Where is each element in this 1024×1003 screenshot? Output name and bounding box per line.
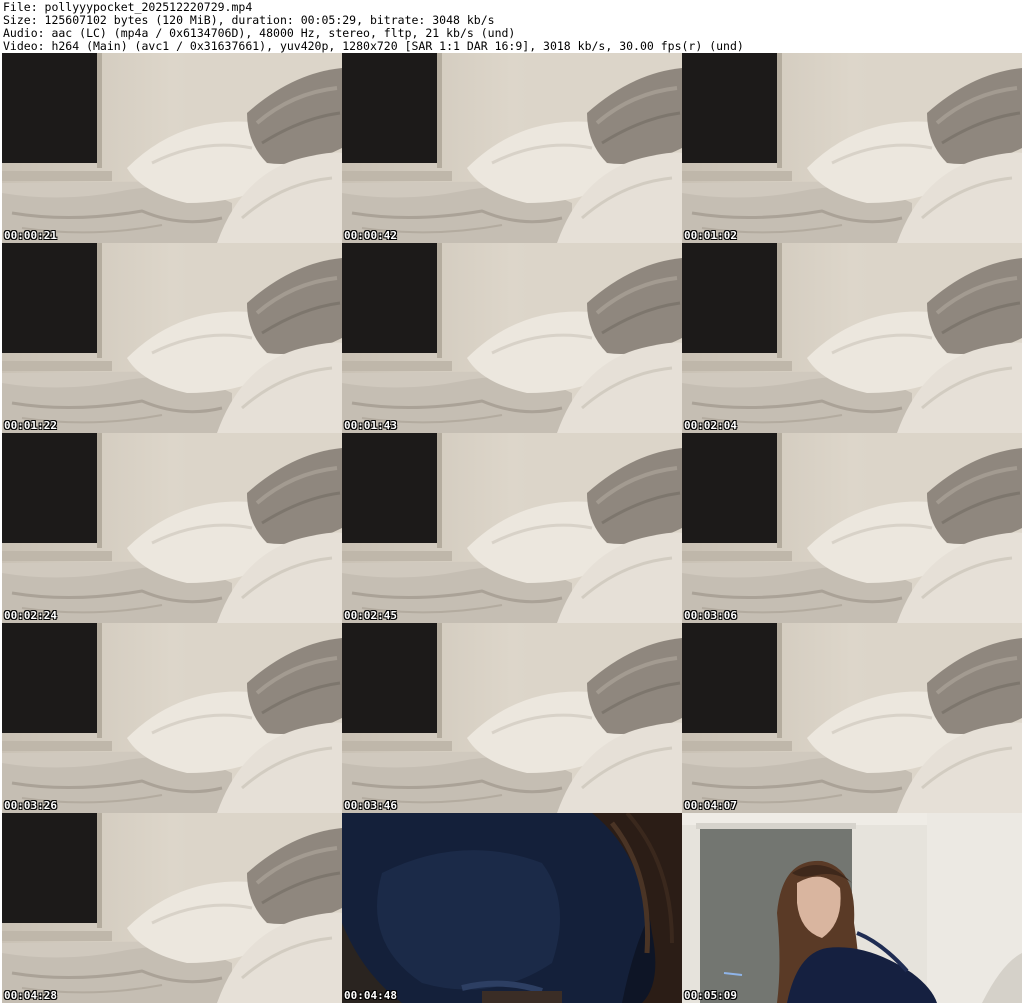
thumbnail-frame: 00:00:21 xyxy=(2,53,342,243)
thumbnail-timestamp: 00:01:02 xyxy=(684,229,737,242)
bed-scene-image xyxy=(342,53,682,243)
thumbnail-timestamp: 00:00:21 xyxy=(4,229,57,242)
thumbnail-frame: 00:02:04 xyxy=(682,243,1022,433)
bed-scene-image xyxy=(2,813,342,1003)
person-scene-image xyxy=(682,813,1022,1003)
thumbnail-timestamp: 00:01:43 xyxy=(344,419,397,432)
thumbnail-frame: 00:01:02 xyxy=(682,53,1022,243)
thumbnail-timestamp: 00:03:46 xyxy=(344,799,397,812)
bed-scene-image xyxy=(682,623,1022,813)
thumbnail-timestamp: 00:01:22 xyxy=(4,419,57,432)
thumbnail-frame: 00:02:45 xyxy=(342,433,682,623)
video-info-line: Video: h264 (Main) (avc1 / 0x31637661), … xyxy=(3,39,744,53)
thumbnail-frame: 00:02:24 xyxy=(2,433,342,623)
thumbnail-frame: 00:01:22 xyxy=(2,243,342,433)
thumbnail-grid: 00:00:21 00:00:42 00:01:02 00:01:22 00:0… xyxy=(2,53,1022,1003)
thumbnail-timestamp: 00:05:09 xyxy=(684,989,737,1002)
thumbnail-frame: 00:04:28 xyxy=(2,813,342,1003)
bed-scene-image xyxy=(682,433,1022,623)
bed-scene-image xyxy=(2,53,342,243)
thumbnail-timestamp: 00:02:45 xyxy=(344,609,397,622)
thumbnail-frame: 00:03:26 xyxy=(2,623,342,813)
bed-scene-image xyxy=(342,433,682,623)
thumbnail-timestamp: 00:04:07 xyxy=(684,799,737,812)
thumbnail-timestamp: 00:03:26 xyxy=(4,799,57,812)
thumbnail-timestamp: 00:03:06 xyxy=(684,609,737,622)
dark-closeup-image xyxy=(342,813,682,1003)
bed-scene-image xyxy=(682,53,1022,243)
thumbnail-frame: 00:04:48 xyxy=(342,813,682,1003)
thumbnail-timestamp: 00:02:04 xyxy=(684,419,737,432)
thumbnail-frame: 00:01:43 xyxy=(342,243,682,433)
thumbnail-timestamp: 00:02:24 xyxy=(4,609,57,622)
thumbnail-frame: 00:03:06 xyxy=(682,433,1022,623)
file-info-header: File: pollyyypocket_202512220729.mp4 Siz… xyxy=(3,1,1021,53)
bed-scene-image xyxy=(2,623,342,813)
bed-scene-image xyxy=(2,433,342,623)
thumbnail-timestamp: 00:04:28 xyxy=(4,989,57,1002)
bed-scene-image xyxy=(342,623,682,813)
thumbnail-frame: 00:05:09 xyxy=(682,813,1022,1003)
bed-scene-image xyxy=(682,243,1022,433)
thumbnail-timestamp: 00:00:42 xyxy=(344,229,397,242)
thumbnail-frame: 00:04:07 xyxy=(682,623,1022,813)
thumbnail-frame: 00:00:42 xyxy=(342,53,682,243)
bed-scene-image xyxy=(342,243,682,433)
thumbnail-timestamp: 00:04:48 xyxy=(344,989,397,1002)
bed-scene-image xyxy=(2,243,342,433)
thumbnail-frame: 00:03:46 xyxy=(342,623,682,813)
